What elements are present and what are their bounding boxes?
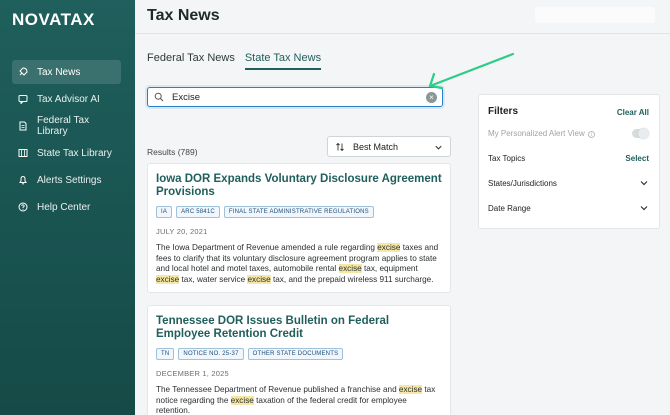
- help-icon: [18, 202, 28, 212]
- highlighted-term: excise: [377, 243, 401, 252]
- user-menu-area[interactable]: [535, 7, 655, 23]
- sidebar-item-label: Tax Advisor AI: [37, 93, 100, 105]
- states-filter-row[interactable]: States/Jurisdictions: [488, 178, 649, 188]
- sidebar-item-label: State Tax Library: [37, 147, 112, 159]
- sidebar: NOVATAX Tax News Tax Advisor AI Federal …: [0, 0, 135, 415]
- date-range-row[interactable]: Date Range: [488, 203, 649, 213]
- sidebar-item-state-tax-library[interactable]: State Tax Library: [12, 141, 121, 165]
- article-summary: The Tennessee Department of Revenue publ…: [156, 385, 442, 415]
- page-title: Tax News: [147, 7, 220, 24]
- tab-federal-tax-news[interactable]: Federal Tax News: [147, 52, 235, 70]
- chat-icon: [18, 94, 28, 104]
- sort-icon: [336, 142, 344, 151]
- alert-view-label: My Personalized Alert View: [488, 129, 585, 138]
- tab-state-tax-news[interactable]: State Tax News: [244, 52, 322, 70]
- header-divider: [135, 33, 670, 34]
- news-tabs: Federal Tax News State Tax News: [147, 52, 322, 70]
- summary-text: tax, water service: [179, 274, 248, 284]
- results-count: Results (789): [147, 147, 198, 157]
- sidebar-item-label: Help Center: [37, 201, 91, 213]
- alert-view-toggle[interactable]: [632, 128, 649, 139]
- article-tags: IA ARC 5841C FINAL STATE ADMINISTRATIVE …: [156, 206, 442, 218]
- highlighted-term: excise: [156, 274, 180, 284]
- tax-topics-select-button[interactable]: Select: [625, 154, 649, 163]
- clear-all-button[interactable]: Clear All: [617, 108, 649, 117]
- article-title[interactable]: Iowa DOR Expands Voluntary Disclosure Ag…: [156, 173, 442, 199]
- highlighted-term: excise: [247, 274, 271, 284]
- article-summary: The Iowa Department of Revenue amended a…: [156, 243, 442, 285]
- states-label: States/Jurisdictions: [488, 178, 557, 188]
- search-input[interactable]: [172, 91, 422, 103]
- tag-badge[interactable]: ARC 5841C: [176, 206, 220, 218]
- summary-text: tax, and the prepaid wireless 911 surcha…: [270, 274, 434, 284]
- sidebar-item-label: Tax News: [37, 66, 81, 78]
- rocket-icon: [18, 67, 28, 77]
- highlighted-term: excise: [398, 385, 423, 394]
- summary-text: The Tennessee Department of Revenue publ…: [156, 385, 399, 394]
- summary-text: tax, equipment: [361, 264, 418, 273]
- filters-panel: Filters Clear All My Personalized Alert …: [478, 94, 660, 229]
- chevron-down-icon: [640, 206, 648, 211]
- document-icon: [18, 121, 28, 131]
- chevron-down-icon: [640, 181, 648, 186]
- sidebar-item-label: Federal Tax Library: [37, 115, 90, 137]
- article-date: JULY 20, 2021: [156, 227, 208, 236]
- article-card[interactable]: Tennessee DOR Issues Bulletin on Federal…: [147, 305, 451, 415]
- tag-badge[interactable]: TN: [156, 348, 175, 360]
- sidebar-item-label: Alerts Settings: [37, 174, 102, 186]
- map-icon: [18, 148, 28, 158]
- article-date: DECEMBER 1, 2025: [156, 369, 229, 378]
- info-icon[interactable]: i: [587, 131, 595, 138]
- chevron-down-icon: [435, 145, 442, 150]
- summary-text: The Iowa Department of Revenue amended a…: [156, 243, 378, 252]
- highlighted-term: excise: [338, 264, 362, 273]
- article-tags: TN NOTICE NO. 25-37 OTHER STATE DOCUMENT…: [156, 348, 442, 360]
- date-range-label: Date Range: [488, 203, 531, 213]
- filters-title: Filters: [488, 106, 519, 117]
- tax-topics-label: Tax Topics: [488, 154, 526, 163]
- tag-badge[interactable]: FINAL STATE ADMINISTRATIVE REGULATIONS: [223, 206, 374, 218]
- highlighted-term: excise: [230, 395, 254, 405]
- app-logo[interactable]: NOVATAX: [12, 10, 95, 30]
- sidebar-item-tax-news[interactable]: Tax News: [12, 60, 121, 84]
- sidebar-item-alerts-settings[interactable]: Alerts Settings: [12, 168, 121, 192]
- article-title[interactable]: Tennessee DOR Issues Bulletin on Federal…: [156, 315, 442, 341]
- tag-badge[interactable]: NOTICE NO. 25-37: [178, 348, 244, 360]
- annotation-arrow-icon: [428, 52, 515, 90]
- search-icon: [154, 92, 164, 102]
- sidebar-nav: Tax News Tax Advisor AI Federal Tax Libr…: [0, 60, 135, 222]
- search-box: ×: [147, 87, 443, 107]
- sidebar-item-tax-advisor-ai[interactable]: Tax Advisor AI: [12, 87, 121, 111]
- tax-topics-row: Tax Topics Select: [488, 154, 649, 163]
- sidebar-item-federal-tax-library[interactable]: Federal Tax Library: [12, 114, 121, 138]
- bell-icon: [18, 175, 28, 185]
- article-card[interactable]: Iowa DOR Expands Voluntary Disclosure Ag…: [147, 163, 451, 293]
- tag-badge[interactable]: IA: [156, 206, 173, 218]
- sort-dropdown[interactable]: Best Match: [327, 136, 451, 157]
- alert-view-row: My Personalized Alert View i: [488, 128, 649, 139]
- tag-badge[interactable]: OTHER STATE DOCUMENTS: [247, 348, 344, 360]
- sidebar-item-help-center[interactable]: Help Center: [12, 195, 121, 219]
- sort-label: Best Match: [353, 141, 399, 152]
